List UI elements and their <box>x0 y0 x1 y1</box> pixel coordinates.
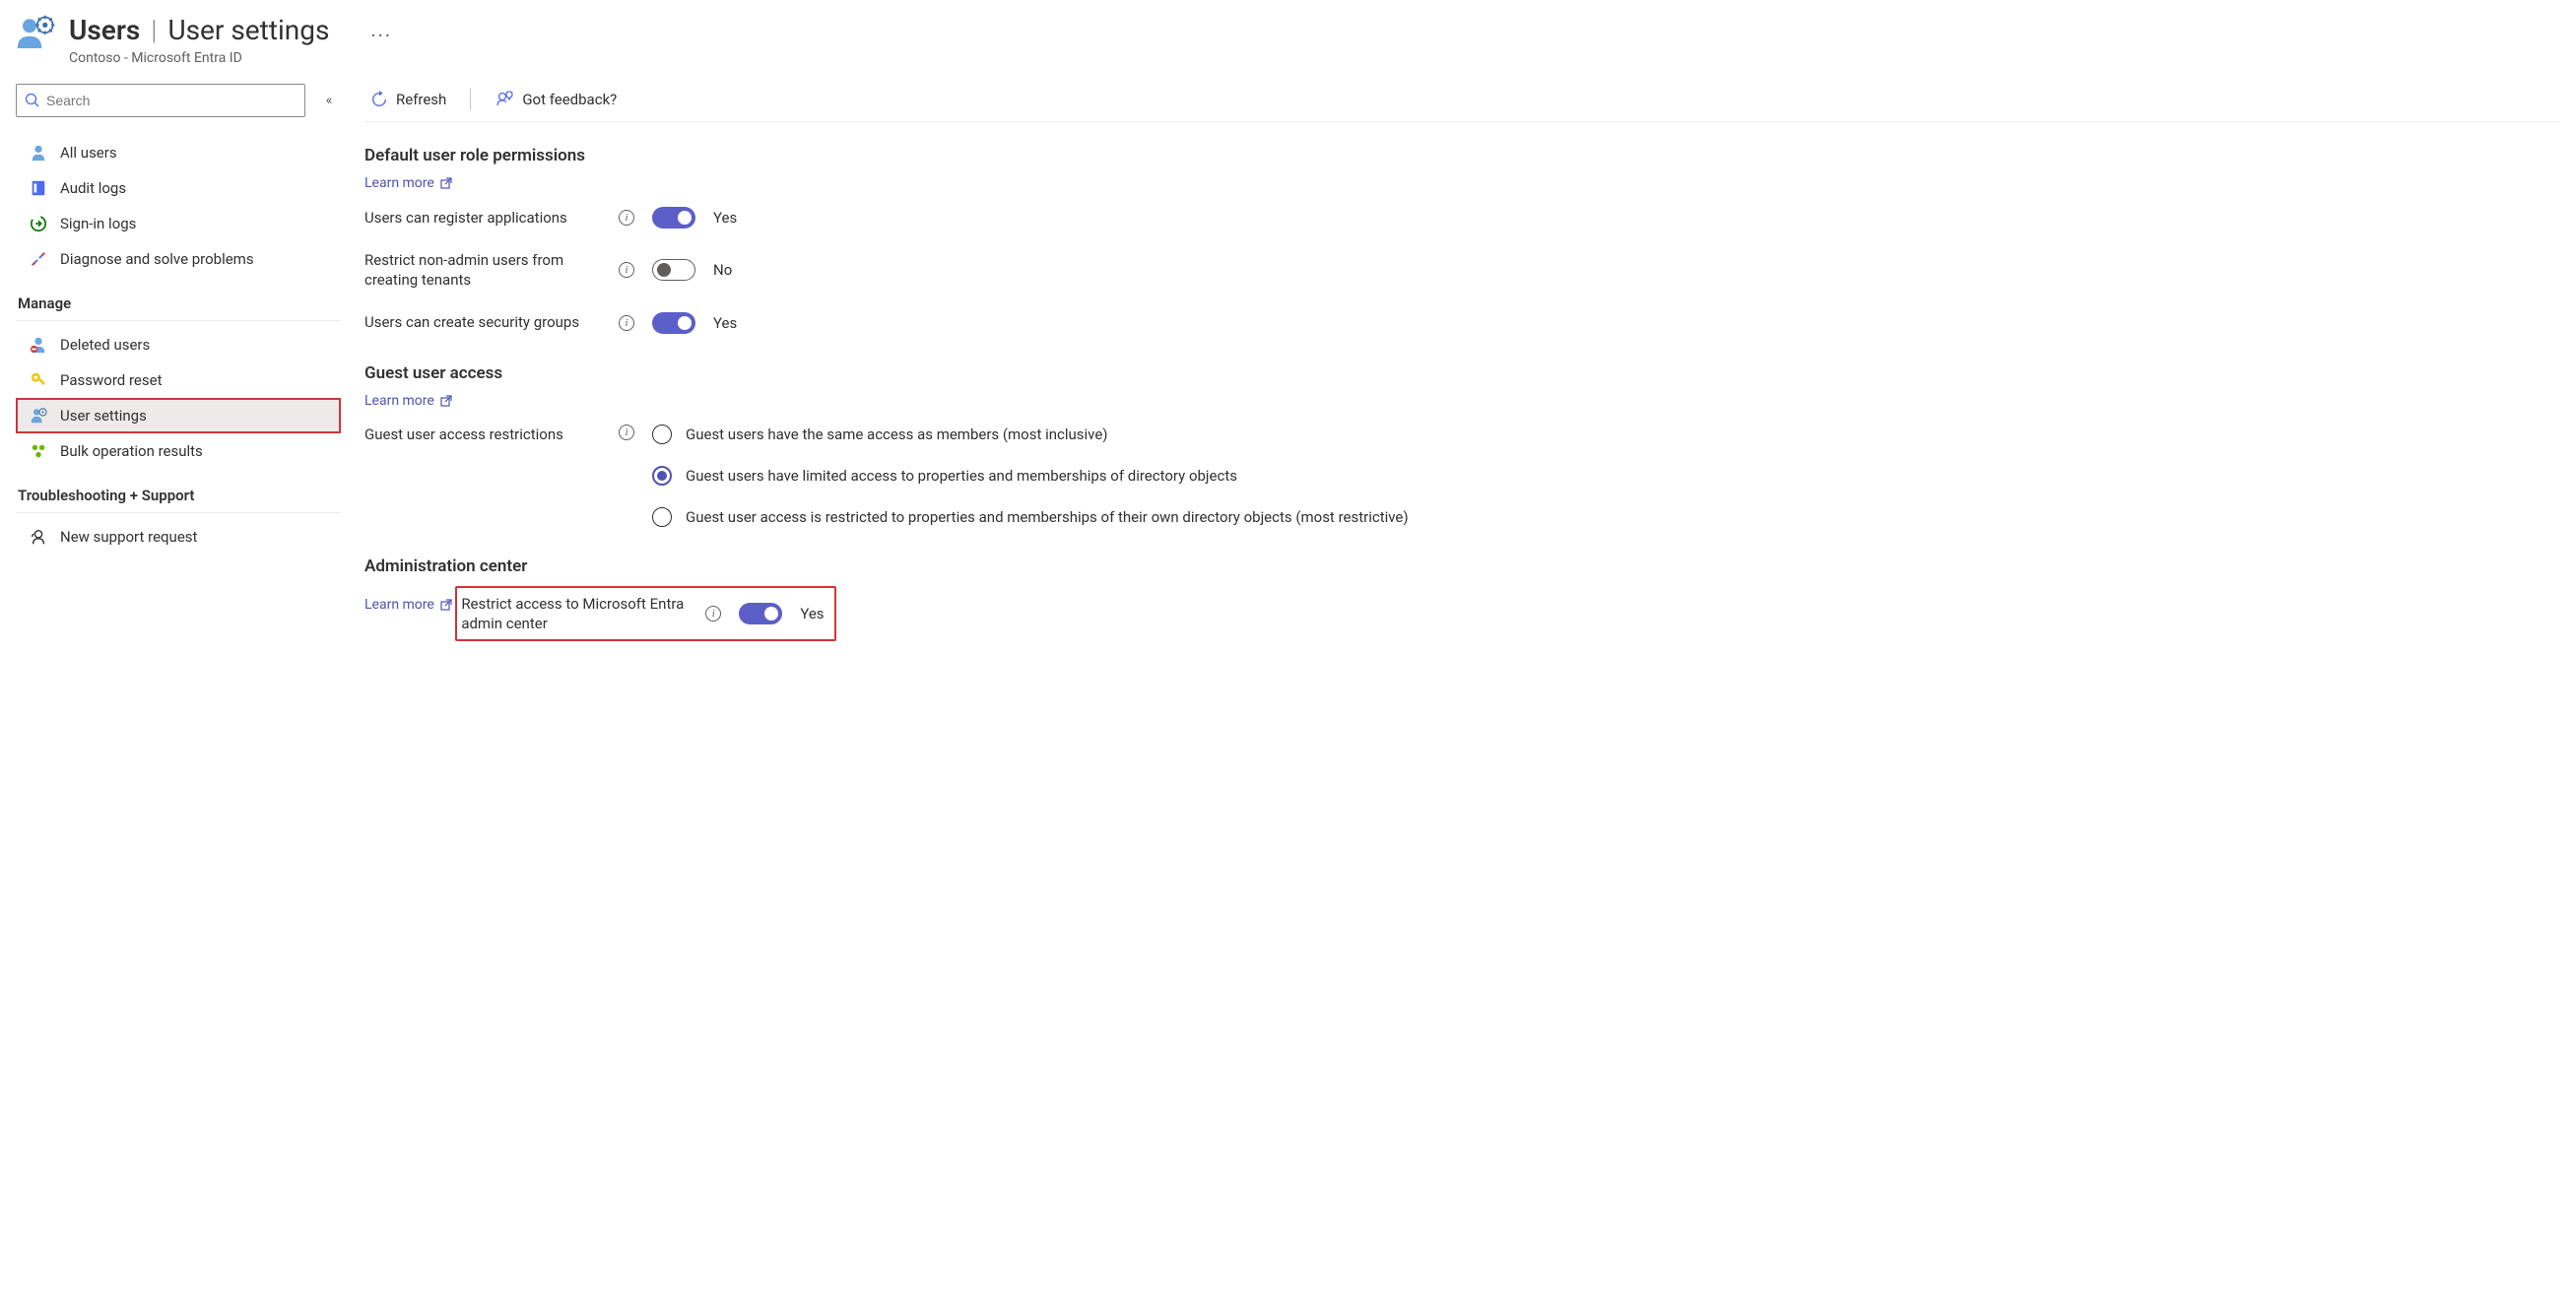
sidebar-item-diagnose[interactable]: Diagnose and solve problems <box>16 241 341 277</box>
sidebar-section-support: Troubleshooting + Support <box>16 469 341 513</box>
info-icon[interactable]: i <box>619 425 634 440</box>
search-input[interactable] <box>46 93 297 108</box>
sidebar-section-manage: Manage <box>16 277 341 321</box>
search-icon <box>25 93 40 108</box>
setting-register-apps: Users can register applications i Yes <box>364 207 2560 229</box>
section-title: Default user role permissions <box>364 146 2560 165</box>
sidebar-item-label: All users <box>60 144 117 162</box>
setting-restrict-admin-center: Restrict access to Microsoft Entra admin… <box>461 594 824 634</box>
section-default-permissions: Default user role permissions Learn more… <box>364 146 2560 334</box>
deleted-user-icon <box>29 335 48 355</box>
toggle-restrict-admin[interactable] <box>739 603 782 624</box>
toolbar: Refresh Got feedback? <box>364 84 2560 122</box>
section-title: Administration center <box>364 556 2560 576</box>
sidebar-item-password-reset[interactable]: Password reset <box>16 362 341 398</box>
sidebar-item-label: Sign-in logs <box>60 215 136 232</box>
learn-more-label: Learn more <box>364 393 434 409</box>
toggle-value: Yes <box>713 314 737 332</box>
key-icon <box>29 370 48 390</box>
refresh-label: Refresh <box>396 91 446 108</box>
refresh-button[interactable]: Refresh <box>364 89 452 110</box>
toggle-create-groups[interactable] <box>652 312 695 334</box>
sidebar-item-all-users[interactable]: All users <box>16 135 341 170</box>
refresh-icon <box>370 91 388 108</box>
setting-restrict-tenants: Restrict non-admin users from creating t… <box>364 250 2560 291</box>
users-gear-icon <box>16 14 57 55</box>
sidebar-item-new-support[interactable]: New support request <box>16 519 341 555</box>
title-sub: User settings <box>167 14 329 46</box>
toggle-value: No <box>713 261 732 279</box>
sidebar-item-label: Audit logs <box>60 179 126 197</box>
info-icon[interactable]: i <box>705 606 721 622</box>
setting-label: Users can register applications <box>364 208 601 228</box>
learn-more-label: Learn more <box>364 597 434 613</box>
radio-button[interactable] <box>652 425 672 444</box>
external-link-icon <box>440 395 452 407</box>
page-title: Users | User settings <box>69 14 329 46</box>
external-link-icon <box>440 177 452 189</box>
log-icon <box>29 178 48 198</box>
guest-access-radio-group: Guest users have the same access as memb… <box>652 425 1409 527</box>
learn-more-link[interactable]: Learn more <box>364 175 452 191</box>
feedback-icon <box>495 90 514 109</box>
radio-button[interactable] <box>652 507 672 527</box>
radio-label: Guest users have the same access as memb… <box>686 425 1108 443</box>
sidebar-item-label: User settings <box>60 407 147 425</box>
sidebar-item-user-settings[interactable]: User settings <box>16 398 341 433</box>
external-link-icon <box>440 599 452 611</box>
sidebar-item-label: Bulk operation results <box>60 442 203 460</box>
title-separator: | <box>147 14 161 46</box>
learn-more-label: Learn more <box>364 175 434 191</box>
section-admin-center: Administration center Learn more Restric… <box>364 556 2560 642</box>
setting-label: Restrict access to Microsoft Entra admin… <box>461 594 688 634</box>
radio-option-inclusive[interactable]: Guest users have the same access as memb… <box>652 425 1409 444</box>
feedback-label: Got feedback? <box>522 91 617 108</box>
signin-icon <box>29 214 48 233</box>
section-title: Guest user access <box>364 363 2560 383</box>
toggle-restrict-tenants[interactable] <box>652 259 695 281</box>
setting-label: Guest user access restrictions <box>364 425 601 444</box>
sidebar-item-label: Password reset <box>60 371 162 389</box>
user-settings-icon <box>29 406 48 425</box>
main-content: Refresh Got feedback? Default user role … <box>364 84 2560 671</box>
toggle-value: Yes <box>800 605 824 622</box>
setting-label: Restrict non-admin users from creating t… <box>364 250 601 291</box>
sidebar-search[interactable] <box>16 84 305 117</box>
info-icon[interactable]: i <box>619 210 634 226</box>
page-header: Users | User settings Contoso - Microsof… <box>16 8 2560 84</box>
learn-more-link[interactable]: Learn more <box>364 393 452 409</box>
learn-more-link[interactable]: Learn more <box>364 597 452 613</box>
toggle-register-apps[interactable] <box>652 207 695 229</box>
sidebar-item-signin-logs[interactable]: Sign-in logs <box>16 206 341 241</box>
info-icon[interactable]: i <box>619 315 634 331</box>
sidebar-item-label: Deleted users <box>60 336 150 354</box>
feedback-button[interactable]: Got feedback? <box>489 88 623 111</box>
radio-label: Guest users have limited access to prope… <box>686 467 1237 485</box>
bulk-icon <box>29 441 48 461</box>
tenant-subtitle: Contoso - Microsoft Entra ID <box>69 50 329 66</box>
admin-restrict-highlight: Restrict access to Microsoft Entra admin… <box>455 586 835 642</box>
sidebar-item-label: New support request <box>60 528 197 546</box>
sidebar: « All users Audit logs Sign-in logs <box>16 84 341 671</box>
sidebar-item-bulk-results[interactable]: Bulk operation results <box>16 433 341 469</box>
radio-label: Guest user access is restricted to prope… <box>686 508 1409 526</box>
support-icon <box>29 527 48 547</box>
title-main: Users <box>69 14 140 46</box>
collapse-sidebar-button[interactable]: « <box>317 93 341 108</box>
radio-option-restrictive[interactable]: Guest user access is restricted to prope… <box>652 507 1409 527</box>
radio-option-limited[interactable]: Guest users have limited access to prope… <box>652 466 1409 486</box>
sidebar-item-deleted-users[interactable]: Deleted users <box>16 327 341 362</box>
toggle-value: Yes <box>713 209 737 227</box>
toolbar-divider <box>470 89 471 110</box>
sidebar-item-audit-logs[interactable]: Audit logs <box>16 170 341 206</box>
person-icon <box>29 143 48 163</box>
setting-label: Users can create security groups <box>364 312 601 332</box>
info-icon[interactable]: i <box>619 262 634 278</box>
radio-button[interactable] <box>652 466 672 486</box>
diagnose-icon <box>29 249 48 269</box>
more-actions-button[interactable]: ··· <box>370 24 392 47</box>
setting-create-groups: Users can create security groups i Yes <box>364 312 2560 334</box>
sidebar-item-label: Diagnose and solve problems <box>60 250 254 268</box>
section-guest-access: Guest user access Learn more Guest user … <box>364 363 2560 527</box>
